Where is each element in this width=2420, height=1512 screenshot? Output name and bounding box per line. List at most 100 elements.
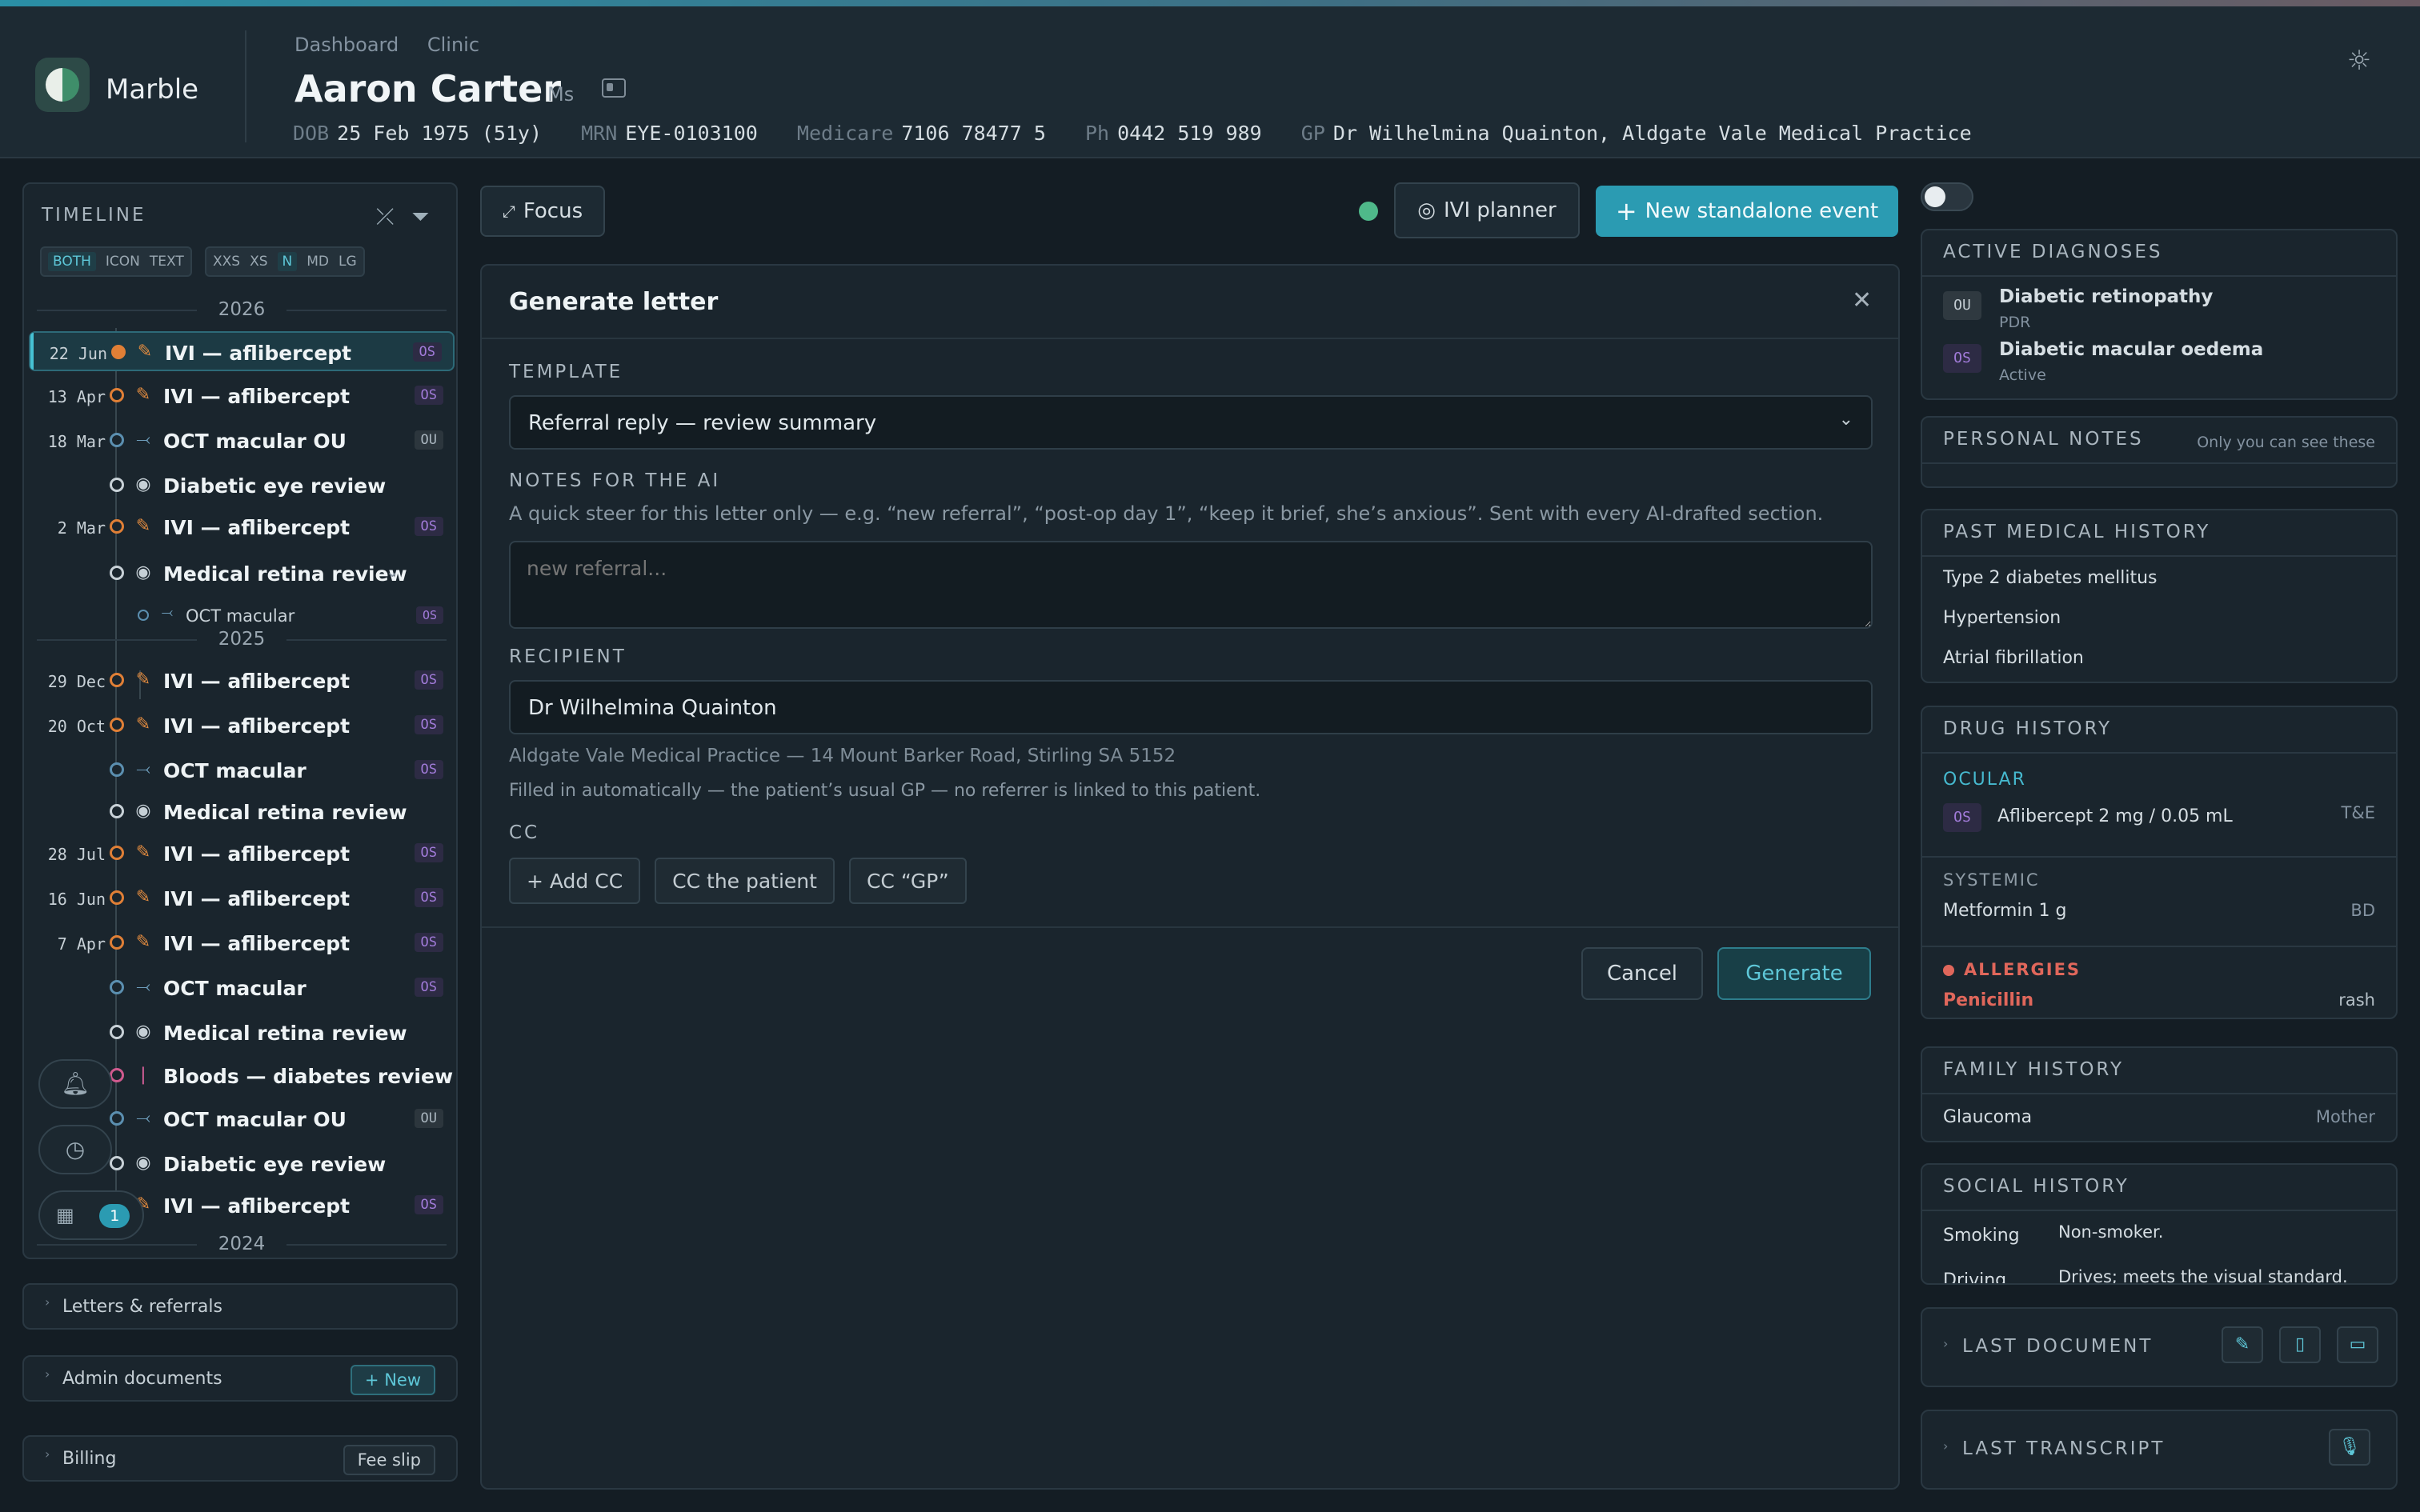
new-standalone-event-button[interactable]: + New standalone event bbox=[1596, 186, 1898, 237]
timeline-row[interactable]: 13 Apr ✎ IVI — aflibercept OS bbox=[29, 376, 455, 416]
size-lg[interactable]: LG bbox=[339, 254, 357, 270]
template-select[interactable]: Referral reply — review summary ⌄ bbox=[509, 395, 1873, 450]
chevron-down-icon[interactable]: ⌄ bbox=[386, 562, 399, 581]
syringe-icon: ✎ bbox=[137, 342, 153, 362]
timeline-row[interactable]: 22 Jun ✎ IVI — aflibercept OS bbox=[29, 331, 455, 371]
eye-badge: OS bbox=[414, 670, 443, 690]
eye-badge-os: OS bbox=[1943, 803, 1981, 832]
new-event-label: New standalone event bbox=[1645, 199, 1879, 223]
size-xs[interactable]: XS bbox=[250, 254, 267, 270]
timeline-event-label: OCT macular bbox=[163, 759, 307, 782]
card-divider bbox=[1922, 462, 2396, 464]
mode-icon[interactable]: ICON bbox=[106, 254, 140, 270]
theme-toggle-sun-icon[interactable]: ☼ bbox=[2345, 46, 2374, 75]
timeline-row[interactable]: 7 Apr ✎ IVI — aflibercept OS bbox=[29, 923, 455, 963]
focus-button[interactable]: ⤢ Focus bbox=[480, 186, 605, 237]
pmh-item[interactable]: Hypertension bbox=[1943, 608, 2061, 628]
eye-badge: OS bbox=[415, 606, 443, 624]
mode-text[interactable]: TEXT bbox=[150, 254, 184, 270]
generate-button[interactable]: Generate bbox=[1717, 947, 1871, 1000]
bell-icon[interactable]: 🔔︎ bbox=[38, 1059, 112, 1109]
social-value[interactable]: Non-smoker. bbox=[2058, 1222, 2163, 1242]
timeline-row[interactable]: 29 Dec ✎ IVI — aflibercept OS bbox=[29, 661, 455, 701]
cc-patient-button[interactable]: CC the patient bbox=[655, 858, 835, 904]
timeline-row[interactable]: ⤙ OCT macular OS bbox=[29, 750, 455, 790]
gp-label: GP bbox=[1300, 122, 1325, 145]
marble-logo[interactable] bbox=[35, 58, 90, 112]
edit-pencil-icon[interactable]: ✎ bbox=[2222, 1326, 2263, 1363]
chevron-right-icon: › bbox=[1943, 1438, 1949, 1454]
personal-notes-card[interactable]: PERSONAL NOTES Only you can see these bbox=[1921, 416, 2398, 488]
pmh-item[interactable]: Atrial fibrillation bbox=[1943, 648, 2084, 668]
template-label: TEMPLATE bbox=[509, 362, 623, 382]
timeline-row[interactable]: ◉ Diabetic eye review bbox=[29, 466, 455, 506]
mode-both[interactable]: BOTH bbox=[48, 252, 96, 271]
fee-slip-button[interactable]: Fee slip bbox=[343, 1445, 435, 1475]
calendar-button[interactable]: ▦ 1 bbox=[38, 1190, 144, 1240]
eye-badge: OS bbox=[414, 760, 443, 779]
ivi-planner-button[interactable]: ◎ IVI planner bbox=[1394, 182, 1580, 238]
social-value[interactable]: Drives; meets the visual standard. bbox=[2058, 1267, 2348, 1283]
timeline-row[interactable]: ◉ Medical retina review bbox=[29, 792, 455, 832]
pmh-item[interactable]: Type 2 diabetes mellitus bbox=[1943, 568, 2158, 588]
mrn-label: MRN bbox=[581, 122, 618, 145]
microphone-icon[interactable]: 🎙︎ bbox=[2329, 1429, 2370, 1466]
family-condition[interactable]: Glaucoma bbox=[1943, 1107, 2032, 1127]
systemic-frequency: BD bbox=[2350, 901, 2375, 920]
monitor-upload-icon[interactable]: ▭ bbox=[2337, 1326, 2378, 1363]
timeline-row[interactable]: ⤙ OCT macular OS bbox=[29, 968, 455, 1008]
collapse-icon[interactable]: ⤫ bbox=[376, 203, 394, 230]
size-md[interactable]: MD bbox=[307, 254, 329, 270]
personal-notes-hint: Only you can see these bbox=[2197, 434, 2375, 451]
generate-letter-dialog: Generate letter ✕ TEMPLATE Referral repl… bbox=[480, 264, 1900, 1490]
allergy-name[interactable]: Penicillin bbox=[1943, 990, 2033, 1010]
size-xxs[interactable]: XXS bbox=[213, 254, 240, 270]
right-panel-toggle[interactable] bbox=[1921, 182, 1973, 211]
syringe-icon: ✎ bbox=[135, 385, 151, 405]
timeline-row[interactable]: ◉ Medical retina review ⌄ bbox=[29, 554, 455, 594]
diagnosis-name[interactable]: Diabetic macular oedema bbox=[1999, 339, 2263, 360]
timeline-node-dot bbox=[110, 804, 124, 818]
ocular-drug-name[interactable]: Aflibercept 2 mg / 0.05 mL bbox=[1997, 806, 2233, 826]
breadcrumb-dashboard[interactable]: Dashboard bbox=[294, 34, 399, 56]
diagnosis-name[interactable]: Diabetic retinopathy bbox=[1999, 286, 2213, 307]
size-n[interactable]: N bbox=[277, 252, 298, 271]
cc-gp-button[interactable]: CC “GP” bbox=[848, 858, 967, 904]
close-icon[interactable]: ✕ bbox=[1852, 286, 1872, 314]
last-transcript-card[interactable]: › LAST TRANSCRIPT 🎙︎ bbox=[1921, 1410, 2398, 1490]
notes-help-text: A quick steer for this letter only — e.g… bbox=[509, 502, 1824, 525]
diagnosis-status: Active bbox=[1999, 366, 2046, 384]
timeline-row[interactable]: 18 Mar ⤙ OCT macular OU OU bbox=[29, 421, 455, 461]
timeline-row[interactable]: 16 Jun ✎ IVI — aflibercept OS bbox=[29, 878, 455, 918]
timeline-row[interactable]: 20 Oct ✎ IVI — aflibercept OS bbox=[29, 706, 455, 746]
eye-badge: OS bbox=[414, 933, 443, 952]
clock-icon[interactable]: ◷ bbox=[38, 1125, 112, 1174]
notes-textarea[interactable] bbox=[509, 541, 1873, 629]
id-card-icon[interactable] bbox=[602, 78, 626, 98]
new-admin-document-button[interactable]: + New bbox=[350, 1365, 435, 1395]
phone-upload-icon[interactable]: ▯ bbox=[2279, 1326, 2321, 1363]
syringe-icon: ✎ bbox=[135, 842, 151, 862]
timeline-date: 18 Mar bbox=[47, 432, 106, 451]
timeline-node-dot bbox=[110, 846, 124, 860]
admin-documents-section[interactable]: › Admin documents + New bbox=[22, 1355, 458, 1402]
breadcrumb-clinic[interactable]: Clinic bbox=[427, 34, 479, 56]
systemic-drug-name[interactable]: Metformin 1 g bbox=[1943, 901, 2066, 921]
letters-referrals-section[interactable]: › Letters & referrals bbox=[22, 1283, 458, 1330]
timeline-row[interactable]: ◉ Medical retina review bbox=[29, 1013, 455, 1053]
card-divider bbox=[1922, 1210, 2396, 1211]
chevron-right-icon: › bbox=[45, 1294, 50, 1310]
cancel-button[interactable]: Cancel bbox=[1581, 947, 1703, 1000]
add-cc-button[interactable]: + Add CC bbox=[509, 858, 641, 904]
cc-label: CC bbox=[509, 822, 540, 843]
billing-section[interactable]: › Billing Fee slip bbox=[22, 1435, 458, 1482]
last-document-card[interactable]: › LAST DOCUMENT ✎ ▯ ▭ bbox=[1921, 1307, 2398, 1387]
card-divider bbox=[1922, 1093, 2396, 1094]
recipient-input[interactable]: Dr Wilhelmina Quainton bbox=[509, 680, 1873, 734]
filter-icon[interactable]: ⏷ bbox=[411, 203, 429, 230]
timeline-row[interactable]: 28 Jul ✎ IVI — aflibercept OS bbox=[29, 834, 455, 874]
timeline-row[interactable]: 2 Mar ✎ IVI — aflibercept OS bbox=[29, 507, 455, 547]
past-medical-history-card: PAST MEDICAL HISTORY Type 2 diabetes mel… bbox=[1921, 509, 2398, 683]
recipient-autofill-note: Filled in automatically — the patient’s … bbox=[509, 781, 1261, 801]
timeline-date: 29 Dec bbox=[47, 672, 106, 691]
